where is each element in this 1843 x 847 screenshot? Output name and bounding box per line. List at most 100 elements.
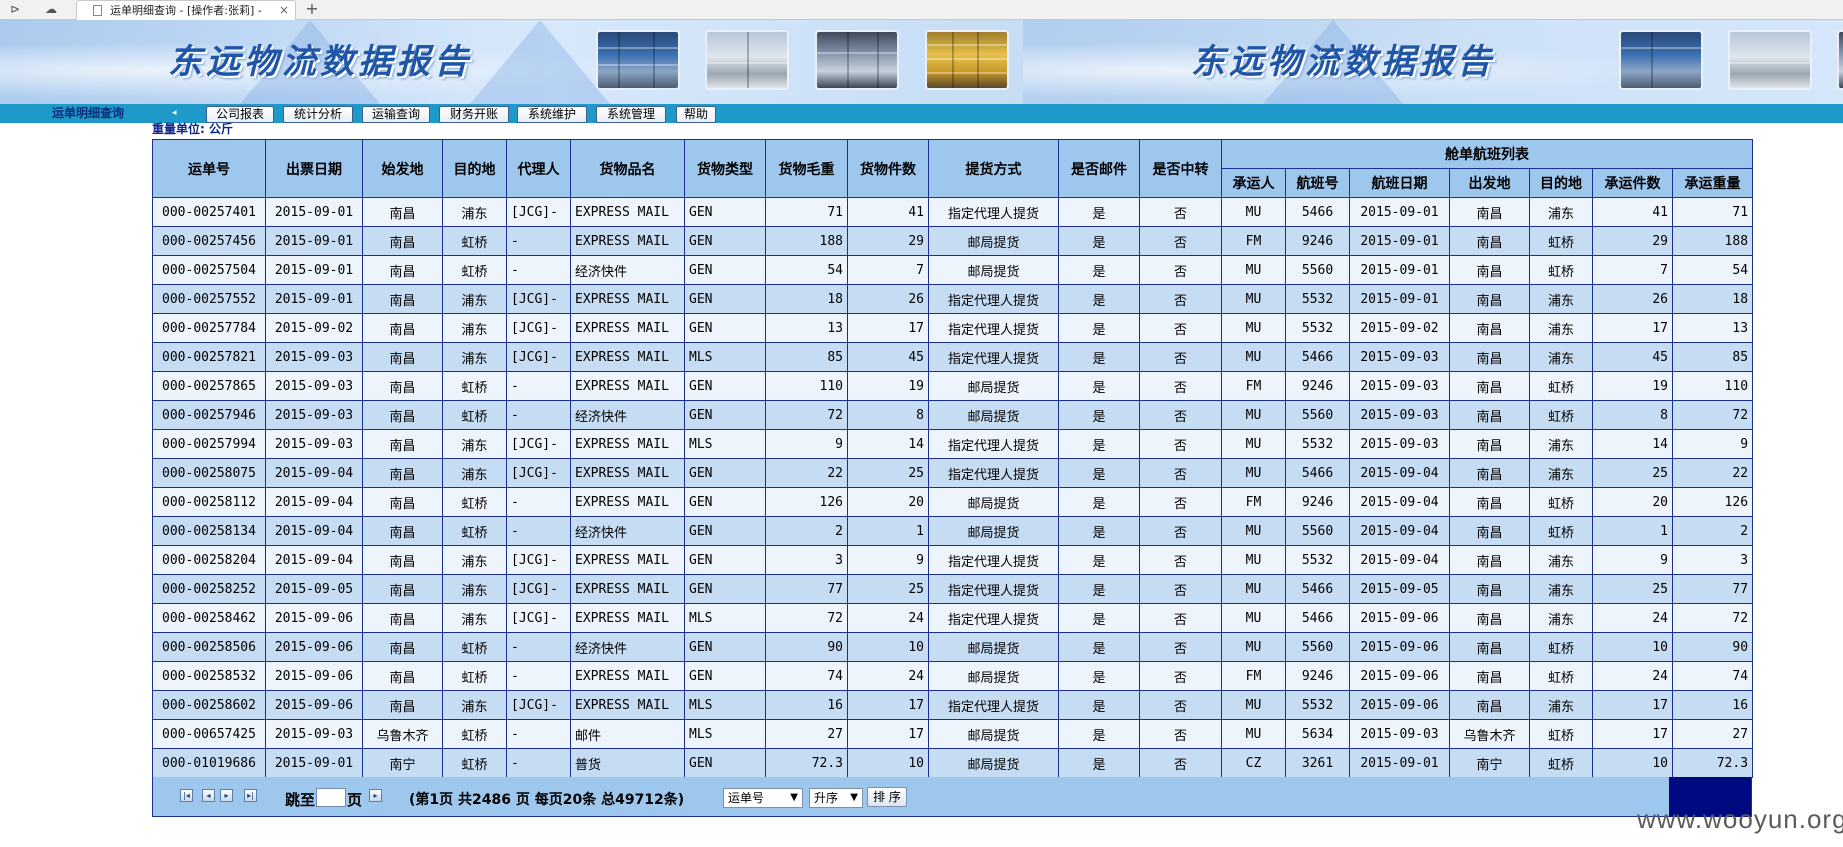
last-page-icon[interactable]: ▸| [244, 789, 257, 802]
cell-carried-pieces: 17 [1592, 719, 1673, 749]
first-page-icon[interactable]: |◂ [180, 789, 193, 802]
table-row[interactable]: 000-00257552 2015-09-01 南昌 浦东 [JCG]- EXPRESS … [152, 284, 1754, 314]
sort-button[interactable]: 排 序 [867, 787, 907, 807]
table-row[interactable]: 000-00258532 2015-09-06 南昌 虹桥 - EXPRESS MAIL G… [152, 661, 1754, 691]
sort-order-select[interactable]: 升序 ▼ [809, 788, 863, 808]
table-row[interactable]: 000-00258134 2015-09-04 南昌 虹桥 - 经济快件 GEN 2 1 邮局提货… [152, 516, 1754, 546]
table-row[interactable]: 000-00258506 2015-09-06 南昌 虹桥 - 经济快件 GEN 90 10 邮局… [152, 632, 1754, 662]
cell-goods-name: EXPRESS MAIL [570, 458, 685, 488]
table-row[interactable]: 000-00257784 2015-09-02 南昌 浦东 [JCG]- EXPRESS … [152, 313, 1754, 343]
cell-pickup-method: 邮局提货 [928, 400, 1059, 430]
cell-is-transfer: 否 [1139, 603, 1222, 633]
cell-goods-type: GEN [684, 255, 766, 285]
table-row[interactable]: 000-00258462 2015-09-06 南昌 浦东 [JCG]- EXPRESS … [152, 603, 1754, 633]
cell-piece-count: 20 [847, 487, 929, 517]
col-header-waybill-no[interactable]: 运单号 [152, 139, 266, 198]
col-header-departure[interactable]: 出发地 [1449, 168, 1530, 198]
sort-field-select[interactable]: 运单号 ▼ [723, 788, 803, 808]
cell-issue-date: 2015-09-03 [265, 371, 363, 401]
menu-transport-query[interactable]: 运输查询 [362, 106, 430, 123]
col-header-origin[interactable]: 始发地 [362, 139, 443, 198]
col-header-carrier[interactable]: 承运人 [1221, 168, 1286, 198]
table-row[interactable]: 000-00258602 2015-09-06 南昌 浦东 [JCG]- EXPRESS … [152, 690, 1754, 720]
cell-piece-count: 25 [847, 574, 929, 604]
next-page-icon[interactable]: ▸ [220, 789, 233, 802]
cell-agent: - [506, 371, 571, 401]
col-header-is-transfer[interactable]: 是否中转 [1139, 139, 1222, 198]
col-header-agent[interactable]: 代理人 [506, 139, 571, 198]
col-header-gross-weight[interactable]: 货物毛重 [765, 139, 848, 198]
table-row[interactable]: 000-00257994 2015-09-03 南昌 浦东 [JCG]- EXPRESS … [152, 429, 1754, 459]
table-row[interactable]: 000-00257401 2015-09-01 南昌 浦东 [JCG]- EXPRESS … [152, 197, 1754, 227]
current-page-label: 运单明细查询 [52, 106, 125, 120]
cell-origin: 南昌 [362, 574, 443, 604]
col-header-flight-date[interactable]: 航班日期 [1349, 168, 1450, 198]
table-row[interactable]: 000-00258204 2015-09-04 南昌 浦东 [JCG]- EXPRESS … [152, 545, 1754, 575]
cell-pickup-method: 邮局提货 [928, 632, 1059, 662]
col-header-is-mail[interactable]: 是否邮件 [1058, 139, 1140, 198]
sidebar-toggle-icon[interactable]: ⊳ [4, 1, 26, 18]
jump-page-input[interactable] [316, 788, 346, 807]
table-row[interactable]: 000-00657425 2015-09-03 乌鲁木齐 虹桥 - 邮件 MLS 27 17 邮局… [152, 719, 1754, 749]
table-row[interactable]: 000-00258075 2015-09-04 南昌 浦东 [JCG]- EXPRESS … [152, 458, 1754, 488]
cloud-icon[interactable]: ☁ [40, 1, 62, 18]
cell-is-mail: 是 [1058, 690, 1140, 720]
table-row[interactable]: 000-00258112 2015-09-04 南昌 虹桥 - EXPRESS MAIL G… [152, 487, 1754, 517]
col-header-issue-date[interactable]: 出票日期 [265, 139, 363, 198]
cell-flight-no: 5634 [1285, 719, 1350, 749]
menu-company-reports[interactable]: 公司报表 [206, 106, 274, 123]
cell-is-mail: 是 [1058, 313, 1140, 343]
col-header-piece-count[interactable]: 货物件数 [847, 139, 929, 198]
menu-statistics[interactable]: 统计分析 [283, 106, 353, 123]
table-row[interactable]: 000-00257456 2015-09-01 南昌 虹桥 - EXPRESS MAIL G… [152, 226, 1754, 256]
new-tab-button[interactable]: + [302, 0, 322, 20]
cell-agent: - [506, 255, 571, 285]
cell-goods-name: EXPRESS MAIL [570, 226, 685, 256]
cell-goods-type: GEN [684, 661, 766, 691]
collapse-arrow-icon[interactable]: ◂ [172, 104, 177, 123]
menu-help[interactable]: 帮助 [676, 106, 716, 123]
menu-system-management[interactable]: 系统管理 [596, 106, 666, 123]
table-row[interactable]: 000-00257821 2015-09-03 南昌 浦东 [JCG]- EXPRESS … [152, 342, 1754, 372]
cell-gross-weight: 54 [765, 255, 848, 285]
col-header-carried-pieces[interactable]: 承运件数 [1592, 168, 1673, 198]
cell-carried-weight: 27 [1671, 719, 1754, 749]
tab-close-icon[interactable]: × [279, 1, 289, 19]
table-row[interactable]: 000-01019686 2015-09-01 南宁 虹桥 - 普货 GEN 72.3 10 邮局… [152, 748, 1754, 778]
col-header-carried-weight[interactable]: 承运重量 [1671, 168, 1754, 198]
warehouse-photo [815, 30, 899, 90]
cell-is-transfer: 否 [1139, 690, 1222, 720]
cell-flight-destination: 虹桥 [1529, 226, 1593, 256]
cell-is-transfer: 否 [1139, 313, 1222, 343]
col-header-goods-type[interactable]: 货物类型 [684, 139, 766, 198]
cell-agent: [JCG]- [506, 574, 571, 604]
cell-agent: [JCG]- [506, 342, 571, 372]
cell-gross-weight: 9 [765, 429, 848, 459]
cell-flight-date: 2015-09-03 [1349, 719, 1450, 749]
cell-goods-type: GEN [684, 400, 766, 430]
table-row[interactable]: 000-00258252 2015-09-05 南昌 浦东 [JCG]- EXPRESS … [152, 574, 1754, 604]
col-header-pickup-method[interactable]: 提货方式 [928, 139, 1059, 198]
browser-tab[interactable]: 运单明细查询 - [操作者:张莉] - × [76, 0, 296, 20]
waybill-table: 运单号 出票日期 始发地 目的地 代理人 货物品名 货物类型 货物毛重 货物件数… [152, 139, 1754, 778]
col-header-flight-no[interactable]: 航班号 [1285, 168, 1350, 198]
table-row[interactable]: 000-00257946 2015-09-03 南昌 虹桥 - 经济快件 GEN 72 8 邮局提… [152, 400, 1754, 430]
menu-system-maintenance[interactable]: 系统维护 [517, 106, 587, 123]
cell-is-transfer: 否 [1139, 342, 1222, 372]
cell-flight-destination: 虹桥 [1529, 719, 1593, 749]
table-row[interactable]: 000-00257504 2015-09-01 南昌 虹桥 - 经济快件 GEN 54 7 邮局提… [152, 255, 1754, 285]
cell-origin: 南昌 [362, 429, 443, 459]
cell-issue-date: 2015-09-03 [265, 342, 363, 372]
cell-pickup-method: 指定代理人提货 [928, 284, 1059, 314]
col-header-destination[interactable]: 目的地 [442, 139, 507, 198]
table-row[interactable]: 000-00257865 2015-09-03 南昌 虹桥 - EXPRESS MAIL G… [152, 371, 1754, 401]
col-header-goods-name[interactable]: 货物品名 [570, 139, 685, 198]
cell-is-transfer: 否 [1139, 429, 1222, 459]
go-icon[interactable]: ▸ [369, 789, 382, 802]
cell-goods-type: GEN [684, 487, 766, 517]
menu-finance-billing[interactable]: 财务开账 [439, 106, 509, 123]
col-header-flight-destination[interactable]: 目的地 [1529, 168, 1593, 198]
prev-page-icon[interactable]: ◂ [202, 789, 215, 802]
cell-carried-weight: 3 [1671, 545, 1754, 575]
cell-flight-destination: 浦东 [1529, 197, 1593, 227]
